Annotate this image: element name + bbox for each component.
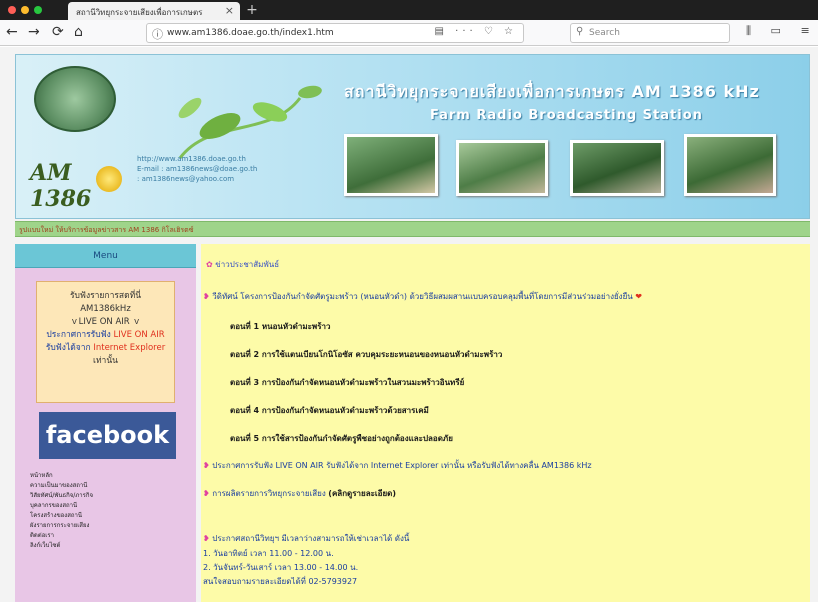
am1386-logo: AM 1386 <box>30 160 135 212</box>
sidebar-link-websites[interactable]: ลิงก์เว็บไซต์ <box>30 541 180 551</box>
new-tab-button[interactable]: + <box>244 0 260 20</box>
live-box-line6: เท่านั้น <box>93 356 118 366</box>
station-photo-1 <box>344 134 438 196</box>
sidebar-links: หน้าหลัก ความเป็นมาของสถานี วิสัยทัศน์/พ… <box>30 471 180 581</box>
live-box-line4: ประกาศการรับฟัง LIVE ON AIR <box>46 330 165 340</box>
forward-icon[interactable]: → <box>28 23 40 41</box>
program-details-link[interactable]: (คลิกดูรายละเอียด) <box>328 489 396 498</box>
airtime-announcement: ❥ ประกาศสถานีวิทยุฯ มีเวลาว่างสามารถให้เ… <box>203 534 410 543</box>
station-name-english: Farm Radio Broadcasting Station <box>430 108 703 123</box>
contact-email[interactable]: E-mail : am1386news@doae.go.th <box>137 164 337 174</box>
episode-link-4[interactable]: ตอนที่ 4 การป้องกันกำจัดหนอนหัวดำมะพร้าว… <box>230 404 630 418</box>
maximize-window-icon[interactable] <box>34 6 42 14</box>
minimize-window-icon[interactable] <box>21 6 29 14</box>
bullet-icon: ❥ <box>203 292 210 301</box>
coconut-video-link[interactable]: ❥ วีดิทัศน์ โครงการป้องกันกำจัดศัตรูมะพร… <box>203 290 808 304</box>
live-on-air-box[interactable]: รับฟังรายการสดที่นี่ AM1386kHz ｖLIVE ON … <box>36 281 175 403</box>
toolbar-icons[interactable]: ⫼ ▭ ≡ <box>746 24 818 38</box>
close-tab-icon[interactable]: × <box>225 4 234 17</box>
live-box-line3: ｖLIVE ON AIR ｖ <box>70 317 141 327</box>
live-box-line2: AM1386kHz <box>80 304 131 314</box>
home-icon[interactable]: ⌂ <box>74 23 83 41</box>
lips-icon: ❤ <box>635 292 642 301</box>
contact-email-alt[interactable]: : am1386news@yahoo.com <box>137 174 337 184</box>
sidebar-link-structure[interactable]: โครงสร้างของสถานี <box>30 511 180 521</box>
schedule-line-2: 2. วันจันทร์-วันเสาร์ เวลา 13.00 - 14.00… <box>203 563 359 572</box>
bullet-icon: ❥ <box>203 534 210 543</box>
sidebar-link-history[interactable]: ความเป็นมาของสถานี <box>30 481 180 491</box>
marquee-text: รูปแบบใหม่ ให้บริการข้อมูลข่าวสาร AM 138… <box>19 226 194 234</box>
url-bar[interactable]: ⓘ www.am1386.doae.go.th/index1.htm ▤ ···… <box>146 23 524 43</box>
contact-info: http://www.am1386.doae.go.th E-mail : am… <box>137 154 337 194</box>
live-box-line5: รับฟังได้จาก Internet Explorer <box>45 343 166 353</box>
doae-emblem-logo <box>34 66 116 132</box>
sidebar-link-staff[interactable]: บุคลากรของสถานี <box>30 501 180 511</box>
sidebar-link-vision[interactable]: วิสัยทัศน์/พันธกิจ/ภารกิจ <box>30 491 180 501</box>
flower-bullet-icon: ✿ <box>206 260 213 269</box>
sidebar-link-home[interactable]: หน้าหลัก <box>30 471 180 481</box>
browser-tab[interactable]: สถานีวิทยุกระจายเสียงเพื่อการเกษตร × <box>68 2 240 20</box>
contact-website[interactable]: http://www.am1386.doae.go.th <box>137 154 337 164</box>
sidebar-link-schedule[interactable]: ผังรายการกระจายเสียง <box>30 521 180 531</box>
marquee-strip: รูปแบบใหม่ ให้บริการข้อมูลข่าวสาร AM 138… <box>15 221 810 237</box>
site-info-icon[interactable]: ⓘ <box>152 26 163 42</box>
search-icon: ⚲ <box>576 26 584 37</box>
live-on-air-notice[interactable]: ❥ ประกาศการรับฟัง LIVE ON AIR รับฟังได้จ… <box>203 459 808 473</box>
bullet-icon: ❥ <box>203 489 210 498</box>
schedule-contact: สนใจสอบถามรายละเอียดได้ที่ 02-5793927 <box>203 577 358 586</box>
episode-link-3[interactable]: ตอนที่ 3 การป้องกันกำจัดหนอนหัวดำมะพร้าว… <box>230 376 630 390</box>
search-input[interactable]: ⚲ Search <box>570 23 730 43</box>
sidebar-link-contact[interactable]: ติดต่อเรา <box>30 531 180 541</box>
url-text: www.am1386.doae.go.th/index1.htm <box>167 28 334 38</box>
search-placeholder: Search <box>589 28 620 38</box>
reload-icon[interactable]: ⟳ <box>52 23 64 41</box>
news-heading: ✿ ข่าวประชาสัมพันธ์ <box>206 260 280 269</box>
episode-link-1[interactable]: ตอนที่ 1 หนอนหัวดำมะพร้าว <box>230 320 630 334</box>
station-photo-2 <box>456 140 548 196</box>
bullet-icon: ❥ <box>203 461 210 470</box>
navigation-bar: ← → ⟳ ⌂ ⓘ www.am1386.doae.go.th/index1.h… <box>0 20 818 46</box>
episode-link-2[interactable]: ตอนที่ 2 การใช้แตนเบียนโกนิโอซัส ควบคุมร… <box>230 348 630 362</box>
schedule-line-1: 1. วันอาทิตย์ เวลา 11.00 - 12.00 น. <box>203 549 334 558</box>
episode-link-5[interactable]: ตอนที่ 5 การใช้สารป้องกันกำจัดศัตรูพืชอย… <box>230 432 630 446</box>
back-icon[interactable]: ← <box>6 23 18 41</box>
facebook-button[interactable]: facebook <box>39 412 176 459</box>
menu-header: Menu <box>15 244 196 268</box>
tab-title: สถานีวิทยุกระจายเสียงเพื่อการเกษตร <box>76 8 203 17</box>
page-actions-icons[interactable]: ▤ ··· ♡ ☆ <box>435 26 517 37</box>
station-name-thai: สถานีวิทยุกระจายเสียงเพื่อการเกษตร AM 13… <box>344 82 760 101</box>
am-logo-text: AM 1386 <box>30 160 92 212</box>
logo-sun-icon <box>96 166 122 192</box>
station-photo-3 <box>570 140 664 196</box>
station-photo-4 <box>684 134 776 196</box>
program-production-link[interactable]: ❥ การผลิตรายการวิทยุกระจายเสียง (คลิกดูร… <box>203 487 603 501</box>
close-window-icon[interactable] <box>8 6 16 14</box>
live-box-line1: รับฟังรายการสดที่นี่ <box>69 291 142 301</box>
